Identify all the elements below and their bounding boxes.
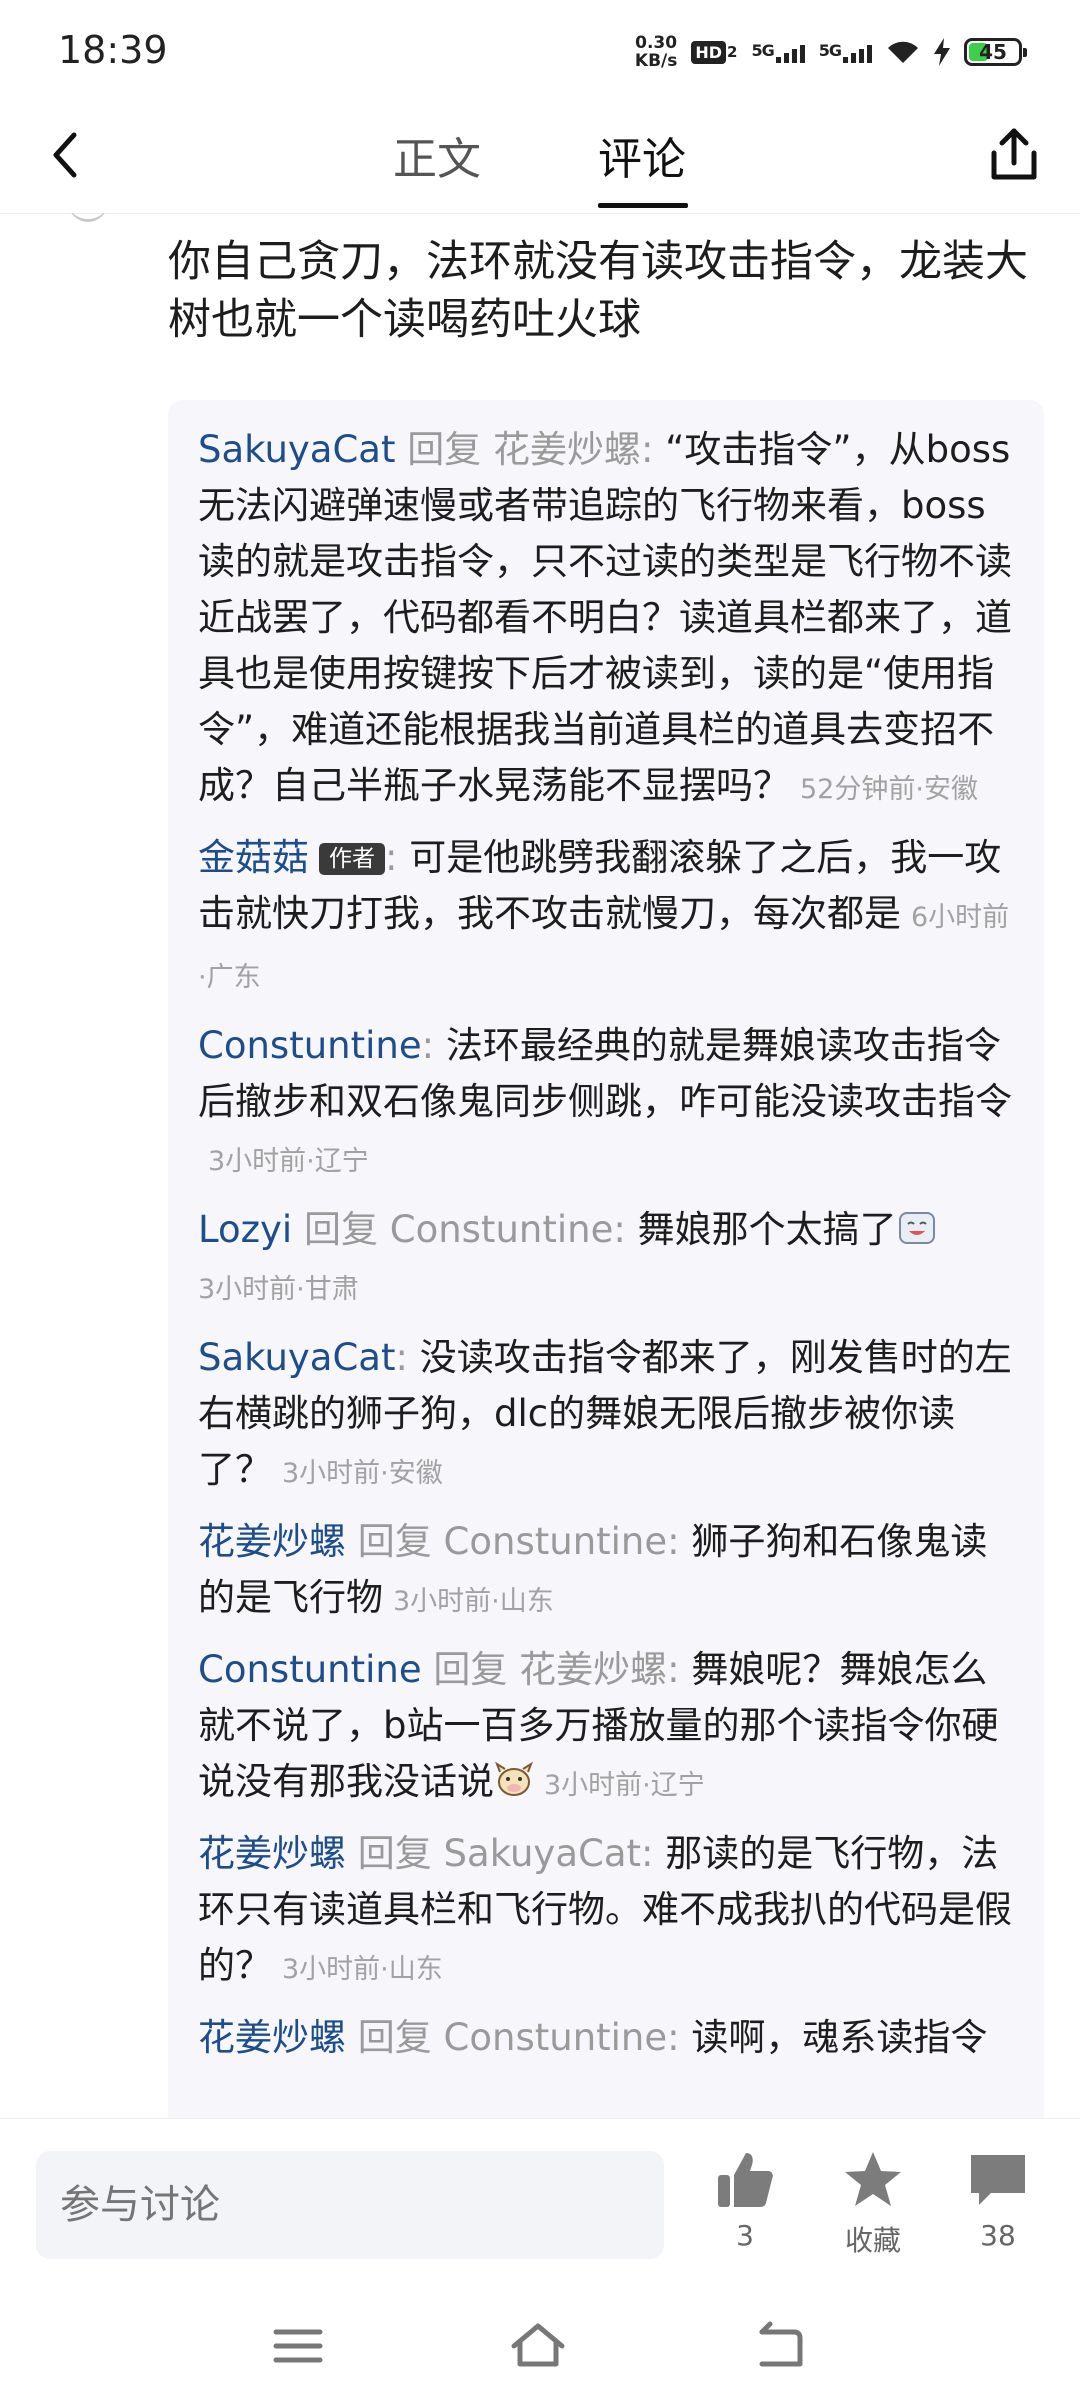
reply-meta: 3小时前·甘肃 [198,1274,359,1305]
reply-username[interactable]: 花姜炒螺 [198,1520,346,1563]
reply-to-user[interactable]: Constuntine [444,1520,668,1563]
status-time: 18:39 [58,28,168,72]
reply-item[interactable]: SakuyaCat 回复 花姜炒螺: “攻击指令”，从boss无法闪避弹速慢或者… [198,422,1014,818]
signal-2-icon: 5G [819,41,872,63]
reply-word: 回复 [346,2016,444,2059]
author-badge: 作者 [319,843,385,875]
reply-separator: : [667,2016,692,2059]
reply-meta: 3小时前·安徽 [282,1458,443,1489]
reply-separator: : [641,428,666,471]
system-nav-bar [0,2288,1080,2400]
favorite-button[interactable]: 收藏 [818,2149,928,2259]
net-speed: 0.30 KB/s [635,34,677,70]
comments-button[interactable]: 38 [943,2149,1053,2252]
discussion-input[interactable] [36,2151,664,2259]
reply-item[interactable]: Lozyi 回复 Constuntine: 舞娘那个太搞了 3小时前·甘肃 [198,1202,1014,1318]
home-icon[interactable] [508,2316,568,2376]
favorite-label: 收藏 [844,2224,901,2257]
reply-separator: : [613,1208,638,1251]
signal-1-label: 5G [751,41,774,60]
reply-item[interactable]: Constuntine 回复 花姜炒螺: 舞娘呢？舞娘怎么就不说了，b站一百多万… [198,1642,1014,1814]
reply-meta: 3小时前·山东 [282,1954,443,1985]
reply-username[interactable]: SakuyaCat [198,1336,395,1379]
reply-username[interactable]: Constuntine [198,1024,422,1067]
signal-1-icon: 5G [751,41,805,63]
reply-separator: : [385,836,410,879]
reply-item[interactable]: 金菇菇 作者: 可是他跳劈我翻滚躲了之后，我一攻击就快刀打我，我不攻击就慢刀，每次… [198,830,1014,1006]
thumbs-up-icon [718,2153,773,2207]
reply-word: 回复 [395,428,494,471]
reply-text: 读啊，魂系读指令 [691,2016,988,2059]
signal-2-label: 5G [818,41,842,60]
reply-username[interactable]: SakuyaCat [198,428,395,471]
reply-username[interactable]: 花姜炒螺 [198,2016,346,2059]
reply-separator: : [667,1648,692,1691]
back-gesture-icon[interactable] [748,2316,808,2376]
charging-icon [934,38,950,66]
tab-comments[interactable]: 评论 [598,123,686,187]
reply-text: “攻击指令”，从boss无法闪避弹速慢或者带追踪的飞行物来看，boss读的就是攻… [198,428,1012,807]
net-speed-value: 0.30 [635,33,678,53]
menu-icon[interactable] [268,2316,328,2376]
back-arrow-icon[interactable] [36,125,96,185]
like-button[interactable]: 3 [690,2149,800,2252]
reply-username[interactable]: Lozyi [198,1208,292,1251]
comment-thread: 你自己贪刀，法环就没有读攻击指令，龙装大树也就一个读喝药吐火球 SakuyaCa… [0,213,1080,2118]
hd-label: HD [691,40,727,64]
reply-separator: : [421,1024,446,1067]
reply-to-user[interactable]: SakuyaCat [444,1832,641,1875]
reply-list: SakuyaCat 回复 花姜炒螺: “攻击指令”，从boss无法闪避弹速慢或者… [168,400,1044,2118]
reply-item[interactable]: 花姜炒螺 回复 Constuntine: 读啊，魂系读指令 [198,2010,1014,2066]
hd-icon: HD 2 [691,40,738,64]
reply-username[interactable]: 花姜炒螺 [198,1832,346,1875]
reply-word: 回复 [421,1648,520,1691]
battery-icon: 45 [964,38,1027,66]
reply-meta: 3小时前·山东 [393,1586,554,1617]
reply-text: 舞娘那个太搞了 [637,1208,897,1251]
share-icon[interactable] [982,123,1046,187]
reply-separator: : [641,1832,666,1875]
reply-separator: : [667,1520,692,1563]
reply-username[interactable]: Constuntine [198,1648,422,1691]
top-nav-bar: 正文 评论 [0,105,1080,214]
main-comment-text[interactable]: 你自己贪刀，法环就没有读攻击指令，龙装大树也就一个读喝药吐火球 [168,233,1038,349]
status-bar: 18:39 0.30 KB/s HD 2 5G 5G 45 [0,0,1080,105]
reply-word: 回复 [292,1208,390,1251]
comment-count: 38 [980,2219,1016,2252]
reply-separator: : [395,1336,420,1379]
reply-to-user[interactable]: Constuntine [444,2016,668,2059]
reply-word: 回复 [346,1520,444,1563]
reply-item[interactable]: 花姜炒螺 回复 SakuyaCat: 那读的是飞行物，法环只有读道具栏和飞行物。… [198,1826,1014,1998]
reply-item[interactable]: 花姜炒螺 回复 Constuntine: 狮子狗和石像鬼读的是飞行物 3小时前·山… [198,1514,1014,1630]
reply-word: 回复 [346,1832,444,1875]
wifi-icon [888,41,918,63]
comment-bubble-icon [971,2155,1025,2205]
cow-emoji-icon [495,1761,533,1796]
battery-level: 45 [979,40,1007,64]
star-icon [845,2152,901,2206]
status-icons: 0.30 KB/s HD 2 5G 5G 45 [635,30,1027,74]
reply-to-user[interactable]: 花姜炒螺 [493,428,641,471]
tab-article[interactable]: 正文 [393,123,481,187]
bottom-action-bar: 3 收藏 38 [0,2118,1080,2289]
hd-sub: 2 [727,43,738,61]
reply-username[interactable]: 金菇菇 [198,836,309,879]
reply-item[interactable]: SakuyaCat: 没读攻击指令都来了，刚发售时的左右横跳的狮子狗，dlc的舞… [198,1330,1014,1502]
reply-meta: 3小时前·辽宁 [544,1770,705,1801]
reply-meta: 52分钟前·安徽 [800,774,978,805]
net-speed-unit: KB/s [634,51,678,71]
laugh-emoji-icon [898,1212,935,1244]
active-tab-indicator [598,203,688,208]
reply-meta: 3小时前·辽宁 [208,1146,369,1177]
reply-to-user[interactable]: Constuntine [390,1208,614,1251]
like-count: 3 [736,2219,754,2252]
avatar [68,213,108,222]
reply-to-user[interactable]: 花姜炒螺 [519,1648,667,1691]
reply-item[interactable]: Constuntine: 法环最经典的就是舞娘读攻击指令后撤步和双石像鬼同步侧跳… [198,1018,1014,1190]
